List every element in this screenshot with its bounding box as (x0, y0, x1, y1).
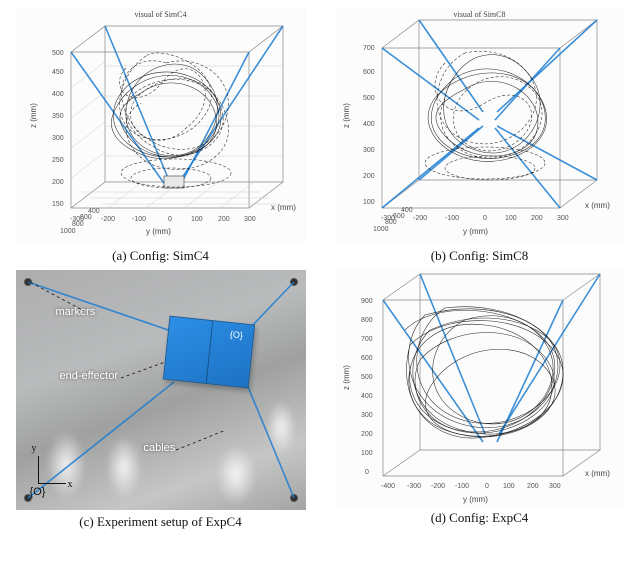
caption-a: (a) Config: SimC4 (112, 248, 209, 264)
cables (383, 274, 600, 442)
panel-c: {O} markers end-effector cables y x {O} … (10, 270, 311, 530)
label-markers: markers (56, 306, 96, 318)
caption-b: (b) Config: SimC8 (431, 248, 529, 264)
svg-text:600: 600 (361, 355, 373, 362)
svg-text:700: 700 (363, 45, 375, 52)
end-effector-icon: {O} (162, 316, 254, 389)
svg-text:800: 800 (361, 317, 373, 324)
y-ticks: -300 -200 -100 0 100 200 300 (70, 216, 256, 223)
expc4-photo: {O} markers end-effector cables y x {O} (16, 270, 306, 510)
svg-text:-200: -200 (413, 215, 427, 222)
panel-b: visual of SimC8 (329, 8, 630, 264)
svg-text:0: 0 (483, 215, 487, 222)
y-axis-label: y (mm) (463, 227, 488, 236)
svg-text:200: 200 (531, 215, 543, 222)
svg-text:-100: -100 (445, 215, 459, 222)
svg-text:0: 0 (168, 216, 172, 223)
y-axis-label: y (mm) (146, 227, 171, 236)
svg-text:250: 250 (52, 157, 64, 164)
svg-text:800: 800 (385, 219, 397, 226)
svg-text:450: 450 (52, 69, 64, 76)
svg-text:200: 200 (361, 431, 373, 438)
svg-text:500: 500 (363, 95, 375, 102)
svg-text:400: 400 (88, 208, 100, 215)
z-ticks: 150 200 250 300 350 400 450 500 (52, 50, 64, 208)
svg-text:100: 100 (361, 450, 373, 457)
base-x-label: x (68, 479, 73, 490)
z-ticks: 0 100 200 300 400 500 600 700 800 900 (361, 298, 373, 476)
ee-frame-label: {O} (229, 329, 243, 340)
base-y-label: y (32, 443, 37, 454)
z-ticks: 100 200 300 400 500 600 700 (363, 45, 375, 206)
svg-text:-200: -200 (431, 483, 445, 490)
svg-text:100: 100 (363, 199, 375, 206)
label-cables: cables (144, 442, 176, 454)
x-ticks: 1000 800 600 400 (373, 207, 413, 233)
svg-text:350: 350 (52, 113, 64, 120)
svg-text:300: 300 (549, 483, 561, 490)
plot3d-simc4: visual of SimC4 (16, 8, 306, 244)
svg-text:150: 150 (52, 201, 64, 208)
svg-text:-100: -100 (455, 483, 469, 490)
y-axis-label: y (mm) (463, 495, 488, 504)
svg-text:200: 200 (363, 173, 375, 180)
svg-text:100: 100 (191, 216, 203, 223)
z-axis-label: z (mm) (342, 365, 351, 390)
svg-text:800: 800 (72, 221, 84, 228)
svg-text:300: 300 (244, 216, 256, 223)
svg-text:400: 400 (52, 91, 64, 98)
trajectory (405, 307, 563, 438)
x-axis-label: x (mm) (271, 203, 296, 212)
svg-text:-100: -100 (132, 216, 146, 223)
svg-text:400: 400 (363, 121, 375, 128)
panel-a: visual of SimC4 (10, 8, 311, 264)
svg-text:1000: 1000 (60, 228, 76, 235)
caption-d: (d) Config: ExpC4 (431, 510, 529, 526)
svg-text:300: 300 (52, 135, 64, 142)
svg-text:0: 0 (365, 469, 369, 476)
panel-d: 0 100 200 300 400 500 600 700 800 900 z … (329, 270, 630, 530)
svg-text:-400: -400 (381, 483, 395, 490)
svg-text:600: 600 (363, 69, 375, 76)
svg-text:700: 700 (361, 336, 373, 343)
svg-text:-200: -200 (101, 216, 115, 223)
z-axis-label: z (mm) (29, 103, 38, 128)
svg-text:400: 400 (401, 207, 413, 214)
plot3d-expc4: 0 100 200 300 400 500 600 700 800 900 z … (335, 270, 625, 506)
base-frame-label: {O} (30, 486, 46, 498)
svg-text:300: 300 (557, 215, 569, 222)
x-axis-label: x (mm) (585, 201, 610, 210)
svg-text:100: 100 (505, 215, 517, 222)
svg-text:500: 500 (52, 50, 64, 57)
cube-frame (382, 20, 597, 208)
svg-text:500: 500 (361, 374, 373, 381)
z-axis-label: z (mm) (342, 103, 351, 128)
trajectory (425, 51, 547, 180)
svg-text:300: 300 (363, 147, 375, 154)
svg-text:200: 200 (527, 483, 539, 490)
y-ticks: -300 -200 -100 0 100 200 300 (381, 215, 569, 222)
plot3d-simc8: visual of SimC8 (335, 8, 625, 244)
end-effector-box (164, 176, 184, 188)
x-axis-label: x (mm) (585, 469, 610, 478)
svg-text:300: 300 (361, 412, 373, 419)
x-ticks: 1000 800 600 400 (60, 208, 100, 235)
svg-text:0: 0 (485, 483, 489, 490)
svg-text:-300: -300 (407, 483, 421, 490)
svg-text:900: 900 (361, 298, 373, 305)
svg-text:200: 200 (218, 216, 230, 223)
label-end-effector: end-effector (60, 370, 119, 382)
svg-text:1000: 1000 (373, 226, 389, 233)
figure-grid: visual of SimC4 (10, 8, 630, 530)
svg-text:400: 400 (361, 393, 373, 400)
base-x-axis-icon (38, 483, 66, 484)
svg-text:600: 600 (80, 214, 92, 221)
svg-text:100: 100 (503, 483, 515, 490)
caption-c: (c) Experiment setup of ExpC4 (79, 514, 241, 530)
svg-text:200: 200 (52, 179, 64, 186)
svg-text:600: 600 (393, 213, 405, 220)
y-ticks: -400 -300 -200 -100 0 100 200 300 (381, 483, 561, 490)
base-y-axis-icon (38, 456, 39, 484)
